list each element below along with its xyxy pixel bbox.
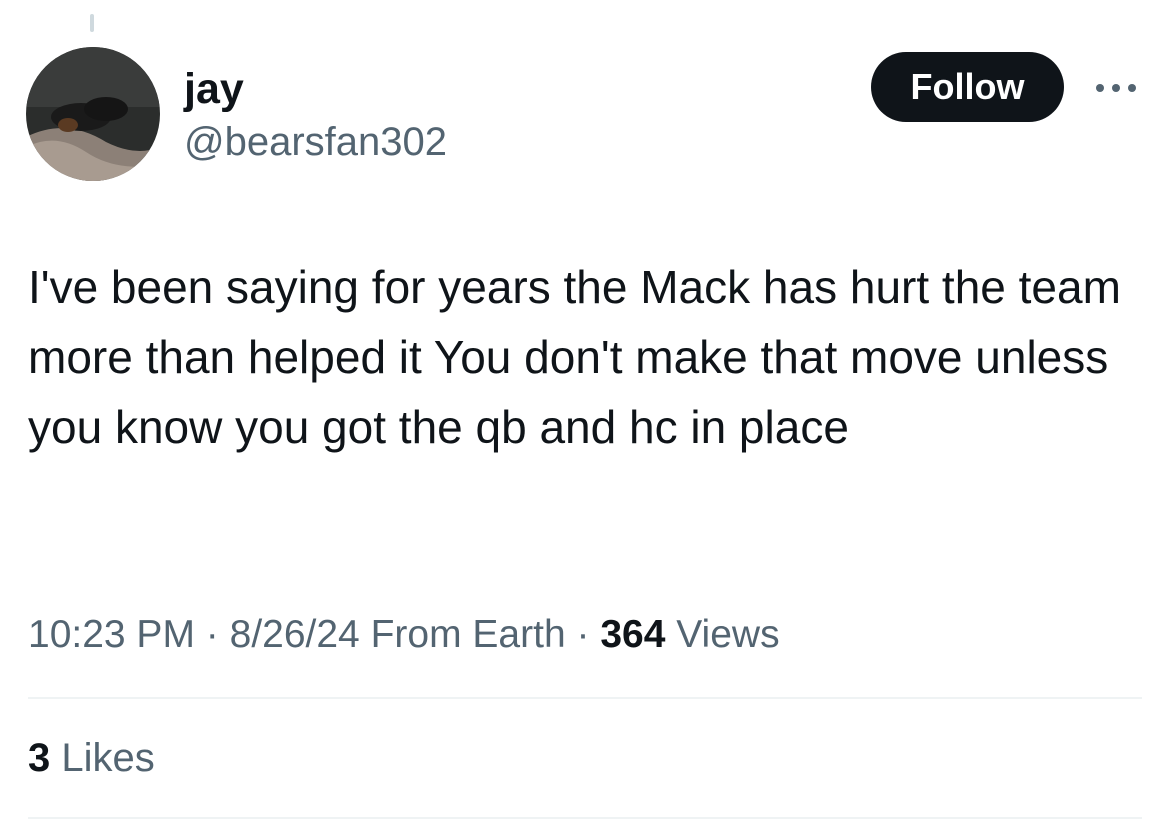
- author-handle[interactable]: @bearsfan302: [184, 118, 447, 166]
- divider: [28, 697, 1142, 699]
- meta-separator: ·: [205, 613, 219, 656]
- author-display-name[interactable]: jay: [184, 64, 244, 114]
- views-count: 364: [600, 613, 666, 656]
- avatar-photo: [26, 47, 160, 181]
- likes-label: Likes: [61, 736, 155, 780]
- tweet-date[interactable]: 8/26/24: [230, 613, 360, 656]
- tweet-text: I've been saying for years the Mack has …: [28, 261, 1121, 453]
- likes-link[interactable]: 3 Likes: [28, 733, 155, 783]
- tweet-location: From Earth: [370, 613, 566, 656]
- views-label: Views: [676, 613, 780, 656]
- tweet-detail: jay @bearsfan302 Follow I've been saying…: [0, 0, 1170, 821]
- more-horizontal-icon[interactable]: [1094, 80, 1138, 96]
- tweet-metadata: 10:23 PM · 8/26/24 From Earth · 364 View…: [28, 610, 780, 660]
- divider: [28, 817, 1142, 819]
- follow-button[interactable]: Follow: [871, 52, 1064, 122]
- likes-count: 3: [28, 736, 51, 780]
- tweet-time[interactable]: 10:23 PM: [28, 613, 195, 656]
- thread-connector-line: [90, 14, 94, 32]
- meta-separator: ·: [576, 613, 590, 656]
- avatar[interactable]: [26, 47, 160, 181]
